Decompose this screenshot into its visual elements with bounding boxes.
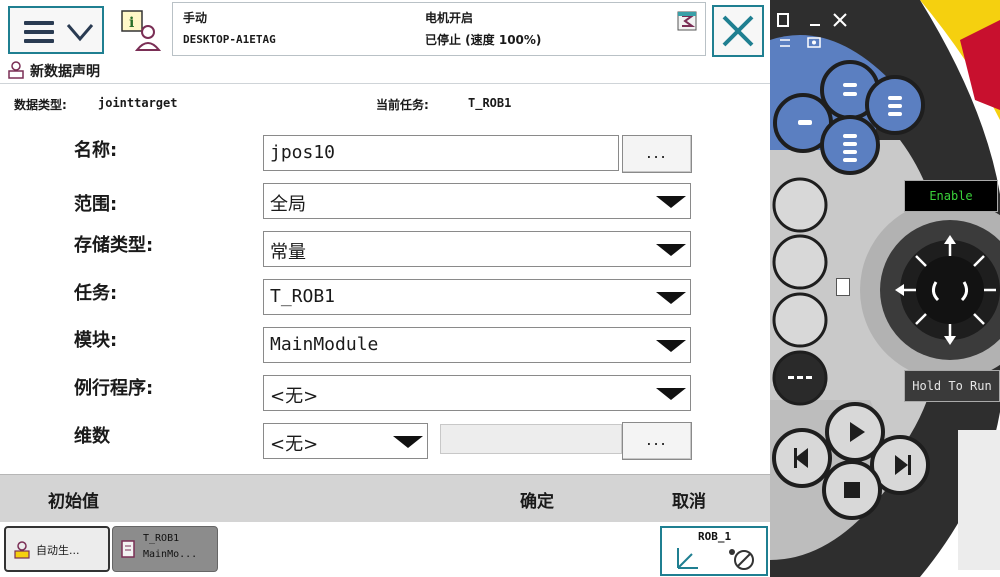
current-task-value: T_ROB1 (468, 96, 512, 110)
info-row: 数据类型: jointtarget 当前任务: T_ROB1 (0, 92, 770, 114)
module-select-value: MainModule (270, 334, 379, 355)
enable-button[interactable]: Enable (904, 180, 998, 212)
task-select[interactable]: T_ROB1 (263, 279, 691, 315)
routine-label: 例行程序: (74, 378, 154, 399)
data-declaration-icon (8, 61, 24, 79)
taskbar-auto-production-item[interactable]: 自动生... (4, 526, 110, 572)
hold-to-run-button[interactable]: Hold To Run (904, 370, 1000, 402)
dropdown-arrow-icon (393, 426, 423, 456)
flexpendant-screen: i 手动 DESKTOP-A1ETAG 电机开启 已停止 (速度 100%) 新… (0, 0, 770, 577)
close-button[interactable] (712, 5, 764, 57)
module-label: 模块: (74, 330, 118, 351)
status-panel[interactable]: 手动 DESKTOP-A1ETAG 电机开启 已停止 (速度 100%) (172, 2, 706, 56)
taskbar-auto-production-label: 自动生... (36, 544, 80, 557)
robot-status-button[interactable]: ROB_1 (660, 526, 768, 576)
task-bar: 自动生... T_ROB1 MainMo... ROB_1 (0, 522, 770, 577)
program-editor-icon (121, 540, 135, 558)
event-log-info-icon[interactable]: i (118, 8, 164, 54)
host-name-text: DESKTOP-A1ETAG (183, 33, 276, 46)
storage-type-select[interactable]: 常量 (263, 231, 691, 267)
main-menu-button[interactable] (8, 6, 104, 54)
auto-production-icon (14, 541, 30, 559)
taskbar-program-task-label: T_ROB1 (143, 533, 180, 544)
taskbar-program-module-label: MainMo... (143, 549, 198, 560)
chevron-down-icon (66, 24, 94, 42)
motor-state-text: 电机开启 (425, 11, 474, 25)
cancel-button[interactable]: 取消 (672, 487, 706, 512)
storage-type-select-value: 常量 (270, 242, 306, 263)
task-label: 任务: (74, 283, 118, 304)
hamburger-icon (24, 21, 54, 48)
expand-handle[interactable] (836, 278, 850, 296)
taskbar-program-editor-item[interactable]: T_ROB1 MainMo... (112, 526, 218, 572)
dimension-browse-button[interactable]: ... (622, 422, 692, 460)
name-browse-button[interactable]: ... (622, 135, 692, 173)
dimension-size-input (440, 424, 622, 454)
module-select[interactable]: MainModule (263, 327, 691, 363)
dropdown-arrow-icon (656, 186, 686, 216)
window-controls-icon[interactable] (776, 10, 856, 54)
initial-value-button[interactable]: 初始值 (48, 487, 99, 512)
top-bar: i 手动 DESKTOP-A1ETAG 电机开启 已停止 (速度 100%) (0, 0, 770, 58)
scope-label: 范围: (74, 194, 118, 215)
page-title-row: 新数据声明 (0, 58, 770, 84)
name-input-value: jpos10 (270, 142, 336, 163)
scope-select-value: 全局 (270, 194, 306, 215)
command-bar: 初始值 确定 取消 (0, 474, 770, 522)
routine-select-value: <无> (270, 386, 319, 407)
dropdown-arrow-icon (656, 282, 686, 312)
dropdown-arrow-icon (656, 378, 686, 408)
ok-button[interactable]: 确定 (520, 487, 554, 512)
virtual-pendant: Enable Hold To Run (770, 0, 1000, 577)
dimension-label: 维数 (74, 426, 110, 447)
pendant-window-controls (776, 10, 856, 58)
routine-select[interactable]: <无> (263, 375, 691, 411)
name-label: 名称: (74, 140, 118, 161)
close-icon (722, 15, 754, 47)
data-type-label: 数据类型: (14, 98, 67, 112)
page-title: 新数据声明 (30, 64, 100, 80)
dimension-select-value: <无> (270, 434, 319, 455)
scope-select[interactable]: 全局 (263, 183, 691, 219)
storage-type-label: 存储类型: (74, 235, 154, 256)
operating-mode-text: 手动 (183, 11, 208, 25)
dropdown-arrow-icon (656, 234, 686, 264)
current-task-label: 当前任务: (376, 98, 429, 112)
svg-text:i: i (129, 15, 134, 31)
data-type-value: jointtarget (98, 96, 178, 110)
quickset-icon[interactable] (677, 11, 697, 31)
jog-coordinate-icon (677, 548, 754, 570)
task-select-value: T_ROB1 (270, 286, 336, 307)
pendant-body (770, 0, 1000, 577)
dropdown-arrow-icon (656, 330, 686, 360)
run-state-text: 已停止 (速度 100%) (425, 33, 542, 47)
dimension-select[interactable]: <无> (263, 423, 428, 459)
name-input[interactable]: jpos10 (263, 135, 619, 171)
